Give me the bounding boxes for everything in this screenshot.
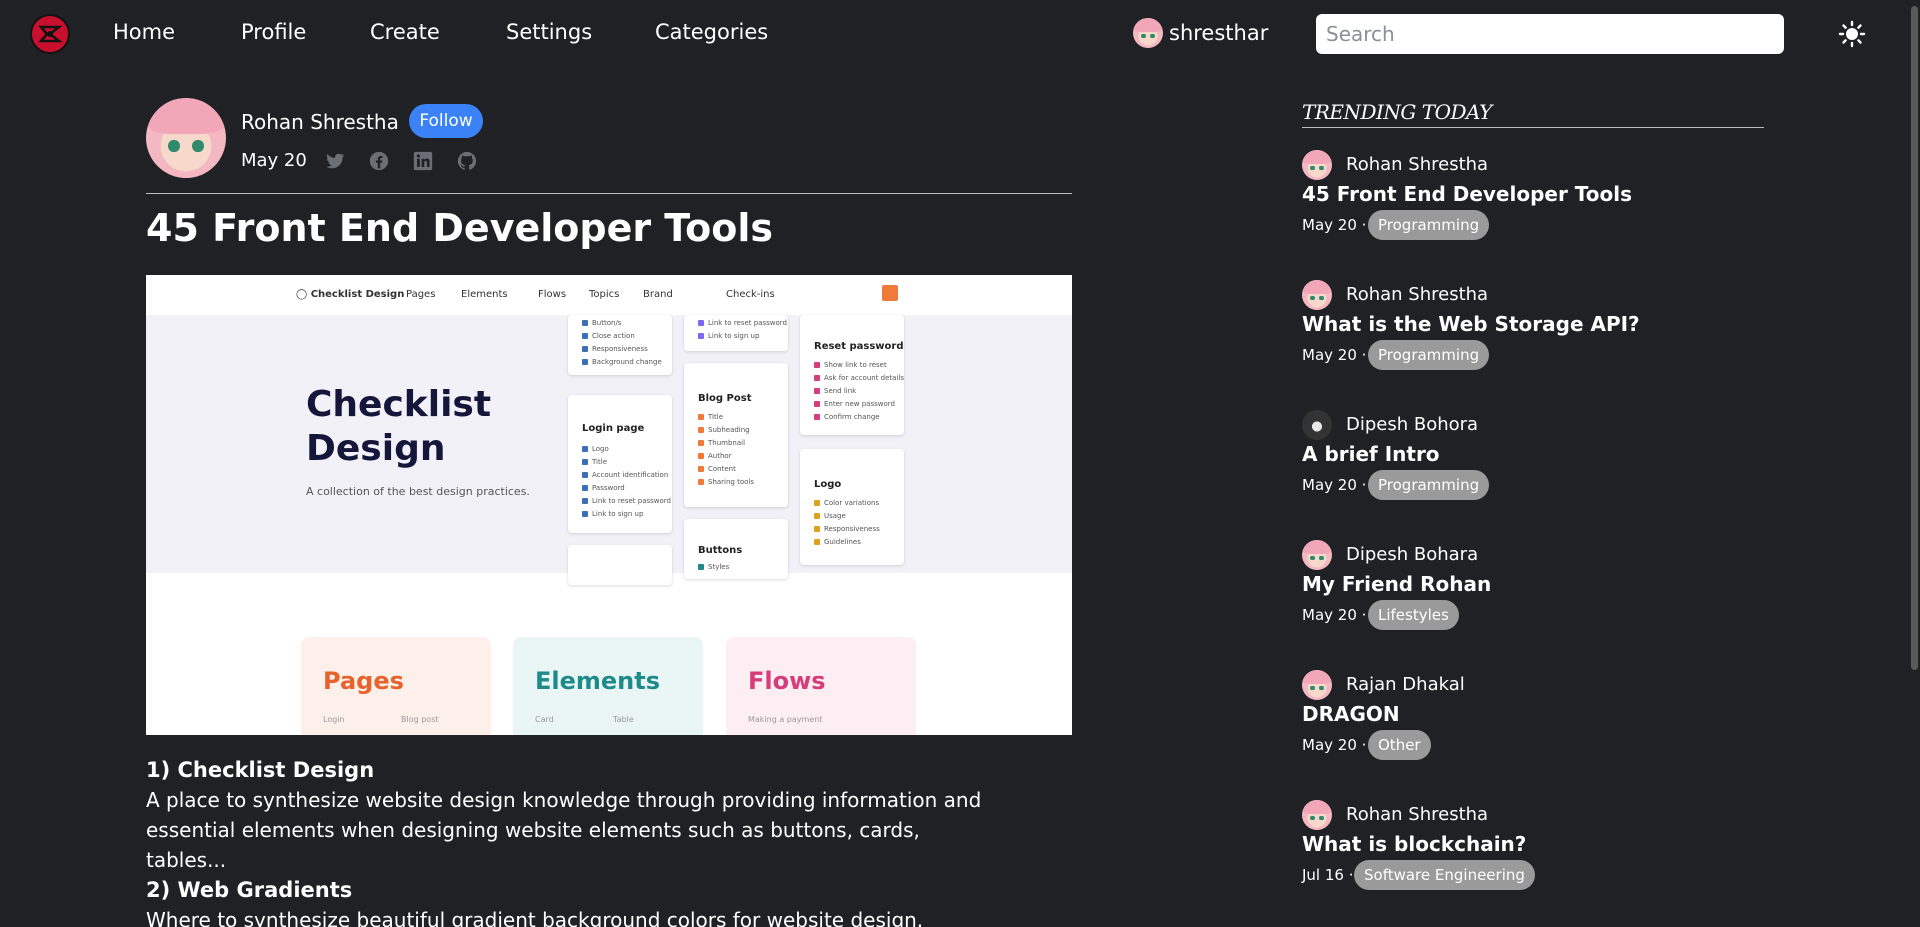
trending-divider	[1302, 127, 1764, 128]
hero-card	[568, 545, 672, 585]
trending-item: Rohan Shrestha What is blockchain? Jul 1…	[1302, 800, 1782, 920]
trending-date: May 20 ·	[1302, 346, 1367, 364]
category-tag[interactable]: Software Engineering	[1354, 860, 1535, 890]
author-avatar[interactable]	[146, 98, 226, 178]
scrollbar-thumb[interactable]	[1911, 6, 1918, 670]
avatar[interactable]	[1302, 800, 1332, 830]
trending-author[interactable]: Dipesh Bohara	[1346, 544, 1478, 565]
category-tag[interactable]: Programming	[1368, 210, 1490, 240]
section-body: A place to synthesize website design kno…	[146, 788, 982, 872]
post-title: 45 Front End Developer Tools	[146, 206, 774, 250]
author-name[interactable]: Rohan Shrestha	[241, 110, 399, 134]
hero-subline: A collection of the best design practice…	[306, 485, 530, 498]
trending-title[interactable]: 45 Front End Developer Tools	[1302, 182, 1632, 206]
username: shresthar	[1169, 21, 1269, 45]
trending-title[interactable]: A brief Intro	[1302, 442, 1440, 466]
avatar	[1133, 18, 1163, 48]
hero-card-buttons: Buttons Styles	[684, 519, 788, 579]
category-tag[interactable]: Lifestyles	[1368, 600, 1459, 630]
hero-card-reset: Reset password Show link to reset Ask fo…	[800, 315, 904, 435]
hero-big-card-elements: Elements Card Table	[513, 637, 703, 735]
hero-card-login: Login page Logo Title Account identifica…	[568, 395, 672, 533]
search-input[interactable]	[1316, 14, 1784, 54]
hero-menu-item: Check-ins	[726, 289, 775, 300]
trending-date: May 20 ·	[1302, 606, 1367, 624]
nav-categories-link[interactable]: Categories	[655, 20, 768, 44]
trending-title[interactable]: What is blockchain?	[1302, 832, 1526, 856]
hero-menu-item: Brand	[643, 289, 673, 300]
trending-author[interactable]: Rohan Shrestha	[1346, 284, 1488, 305]
post-cover-image: ◯ Checklist Design Pages Elements Flows …	[146, 275, 1072, 735]
hero-card-logo: Logo Color variations Usage Responsivene…	[800, 449, 904, 565]
trending-author[interactable]: Dipesh Bohora	[1346, 414, 1478, 435]
category-tag[interactable]: Programming	[1368, 470, 1490, 500]
nav-profile-link[interactable]: Profile	[241, 20, 306, 44]
trending-date: May 20 ·	[1302, 216, 1367, 234]
nav-home-link[interactable]: Home	[113, 20, 175, 44]
hero-card: Button/s Close action Responsiveness Bac…	[568, 315, 672, 375]
hero-card-blog: Blog Post Title Subheading Thumbnail Aut…	[684, 363, 788, 507]
avatar[interactable]	[1302, 280, 1332, 310]
trending-author[interactable]: Rohan Shrestha	[1346, 154, 1488, 175]
trending-item: Dipesh Bohora A brief Intro May 20 · Pro…	[1302, 410, 1782, 530]
category-tag[interactable]: Other	[1368, 730, 1431, 760]
trending-date: May 20 ·	[1302, 736, 1367, 754]
follow-button[interactable]: Follow	[409, 104, 483, 138]
hero-brand: ◯ Checklist Design	[296, 289, 405, 300]
avatar[interactable]	[1302, 410, 1332, 440]
user-menu[interactable]: shresthar	[1133, 18, 1268, 48]
post-date: May 20	[241, 150, 307, 171]
hero-headline: Checklist Design	[306, 384, 492, 469]
nav-create-link[interactable]: Create	[370, 20, 440, 44]
hero-menu-item: Flows	[538, 289, 567, 300]
hero-big-card-flows: Flows Making a payment	[726, 637, 916, 735]
hero-avatar-icon	[882, 285, 898, 301]
trending-date: May 20 ·	[1302, 476, 1367, 494]
trending-title[interactable]: What is the Web Storage API?	[1302, 312, 1640, 336]
avatar[interactable]	[1302, 150, 1332, 180]
trending-author[interactable]: Rajan Dhakal	[1346, 674, 1465, 695]
trending-title[interactable]: My Friend Rohan	[1302, 572, 1491, 596]
trending-heading: TRENDING TODAY	[1302, 100, 1492, 124]
trending-item: Rohan Shrestha 45 Front End Developer To…	[1302, 150, 1782, 270]
hero-menu-item: Topics	[589, 289, 620, 300]
avatar[interactable]	[1302, 670, 1332, 700]
facebook-icon[interactable]	[368, 150, 390, 172]
navbar: Home Profile Create Settings Categories …	[0, 0, 1920, 68]
section-body: Where to synthesize beautiful gradient b…	[146, 908, 924, 927]
hero-card: Link to reset password Link to sign up	[684, 315, 788, 351]
twitter-icon[interactable]	[324, 150, 346, 172]
github-icon[interactable]	[456, 150, 478, 172]
section-heading: 1) Checklist Design	[146, 758, 375, 782]
site-logo-icon[interactable]	[30, 14, 70, 54]
category-tag[interactable]: Programming	[1368, 340, 1490, 370]
trending-title[interactable]: DRAGON	[1302, 702, 1400, 726]
sun-icon[interactable]	[1838, 20, 1866, 48]
nav-settings-link[interactable]: Settings	[506, 20, 592, 44]
hero-menu-item: Pages	[406, 289, 436, 300]
trending-item: Rohan Shrestha What is the Web Storage A…	[1302, 280, 1782, 400]
header-divider	[146, 193, 1072, 194]
trending-item: Dipesh Bohara My Friend Rohan May 20 · L…	[1302, 540, 1782, 660]
trending-item: Rajan Dhakal DRAGON May 20 · Other	[1302, 670, 1782, 790]
section-heading: 2) Web Gradients	[146, 878, 353, 902]
linkedin-icon[interactable]	[412, 150, 434, 172]
hero-big-card-pages: Pages Login Blog post	[301, 637, 491, 735]
hero-nav: ◯ Checklist Design Pages Elements Flows …	[146, 275, 1072, 315]
avatar[interactable]	[1302, 540, 1332, 570]
trending-author[interactable]: Rohan Shrestha	[1346, 804, 1488, 825]
hero-menu-item: Elements	[461, 289, 508, 300]
trending-date: Jul 16 ·	[1302, 866, 1354, 884]
